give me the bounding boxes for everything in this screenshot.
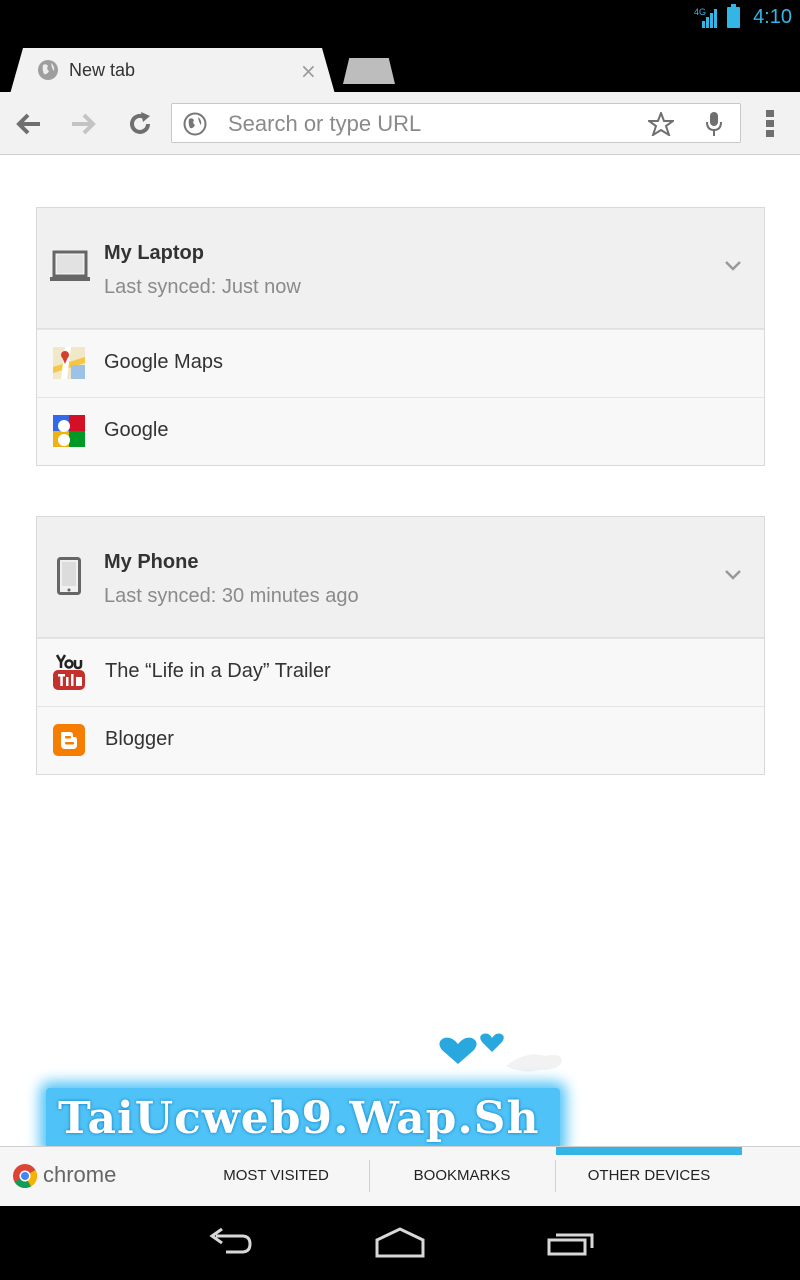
network-type-label: 4G (694, 7, 706, 17)
system-recents-icon[interactable] (546, 1226, 596, 1260)
close-tab-icon[interactable]: × (300, 61, 317, 81)
device-card-phone: My Phone Last synced: 30 minutes ago The… (36, 516, 765, 775)
list-item[interactable]: Google Maps (37, 329, 764, 397)
google-icon (53, 415, 85, 447)
device-name: My Laptop (104, 242, 204, 264)
google-maps-icon (53, 347, 85, 379)
device-card-laptop: My Laptop Last synced: Just now Google M… (36, 207, 765, 466)
star-icon[interactable] (648, 112, 674, 136)
tab-item-label: Blogger (105, 728, 174, 750)
laptop-icon (50, 250, 90, 281)
list-item[interactable]: Blogger (37, 706, 764, 774)
new-tab-button[interactable] (343, 58, 395, 84)
url-input[interactable] (228, 111, 628, 137)
chrome-logo-icon (13, 1164, 38, 1189)
phone-icon (57, 557, 81, 595)
device-header[interactable]: My Laptop Last synced: Just now (37, 208, 764, 329)
watermark-text: TaiUcweb9.Wap.Sh (58, 1093, 540, 1144)
reload-icon (130, 112, 150, 134)
status-bar (0, 0, 800, 36)
blogger-icon (53, 724, 85, 756)
tab-item-label: The “Life in a Day” Trailer (105, 660, 331, 682)
selected-tab-indicator (556, 1147, 742, 1155)
reload-button[interactable] (118, 100, 162, 148)
chevron-down-icon[interactable] (724, 569, 742, 581)
signal-icon: 4G (694, 7, 717, 28)
menu-button[interactable] (748, 100, 792, 148)
forward-arrow-icon (72, 113, 96, 135)
chrome-wordmark: chrome (43, 1162, 117, 1187)
battery-icon (727, 4, 740, 28)
device-header[interactable]: My Phone Last synced: 30 minutes ago (37, 517, 764, 638)
hearts-icon (439, 1033, 562, 1072)
tab-other-devices[interactable]: OTHER DEVICES (556, 1147, 742, 1205)
list-item[interactable]: The “Life in a Day” Trailer (37, 638, 764, 706)
tab-most-visited[interactable]: MOST VISITED (183, 1147, 369, 1205)
status-time: 4:10 (753, 6, 792, 28)
youtube-icon (53, 654, 85, 690)
system-home-icon[interactable] (374, 1226, 426, 1260)
overflow-menu-icon (766, 110, 774, 137)
device-last-synced: Last synced: Just now (104, 276, 301, 298)
globe-icon (38, 60, 58, 80)
omnibox[interactable] (171, 103, 741, 143)
tab-title: New tab (69, 60, 136, 80)
tab-item-label: Google Maps (104, 351, 223, 373)
tab-bookmarks[interactable]: BOOKMARKS (369, 1147, 555, 1205)
chevron-down-icon[interactable] (724, 260, 742, 272)
forward-button[interactable] (62, 100, 106, 148)
tab-item-label: Google (104, 419, 169, 441)
back-button[interactable] (6, 100, 50, 148)
system-back-icon[interactable] (206, 1226, 254, 1260)
list-item[interactable]: Google (37, 397, 764, 465)
device-name: My Phone (104, 551, 199, 573)
microphone-icon[interactable] (705, 111, 723, 137)
device-last-synced: Last synced: 30 minutes ago (104, 585, 359, 607)
globe-icon (183, 112, 207, 136)
back-arrow-icon (16, 113, 40, 135)
